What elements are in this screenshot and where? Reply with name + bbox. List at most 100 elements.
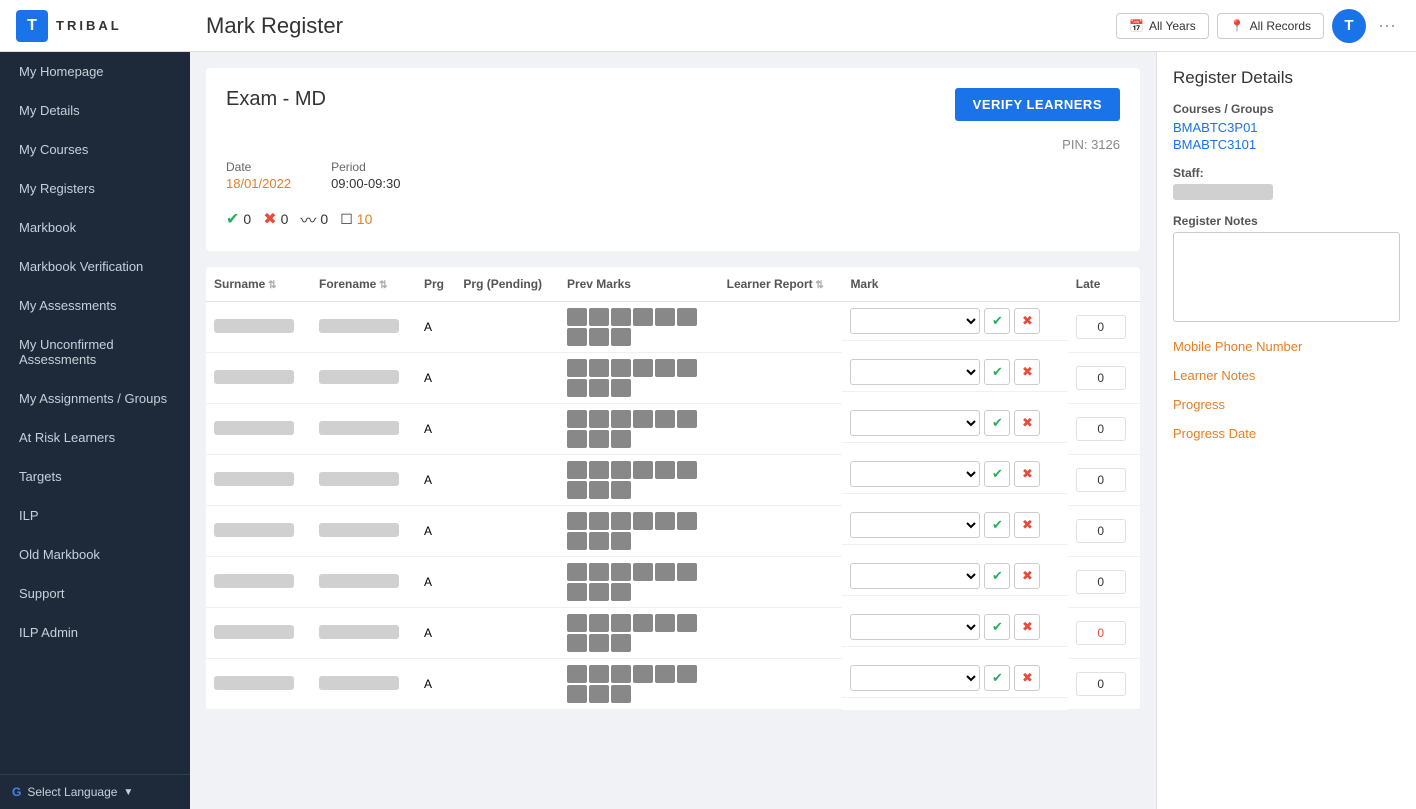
col-forename[interactable]: Forename [311, 267, 416, 302]
prev-mark-box [677, 359, 697, 377]
more-menu-button[interactable]: ··· [1374, 15, 1400, 36]
mark-select[interactable]: APLEN [850, 461, 980, 487]
mark-select[interactable]: APLEN [850, 359, 980, 385]
late-input[interactable] [1076, 519, 1126, 543]
mark-select[interactable]: APLEN [850, 614, 980, 640]
prev-mark-box [589, 685, 609, 703]
sidebar-footer[interactable]: G Select Language ▼ [0, 774, 190, 809]
course1-link[interactable]: BMABTC3P01 [1173, 120, 1400, 135]
sidebar-item-markbook-verification[interactable]: Markbook Verification [0, 247, 190, 286]
sidebar-item-assignments-groups[interactable]: My Assignments / Groups [0, 379, 190, 418]
mark-select[interactable]: APLEN [850, 308, 980, 334]
mark-select[interactable]: APLEN [850, 410, 980, 436]
mark-select[interactable]: APLEN [850, 512, 980, 538]
late-input[interactable] [1076, 315, 1126, 339]
mark-tick-button[interactable]: ✔ [984, 614, 1010, 640]
all-records-button[interactable]: 📍 All Records [1217, 13, 1324, 39]
learner-notes-link[interactable]: Learner Notes [1173, 368, 1400, 383]
late-input[interactable] [1076, 570, 1126, 594]
forename-blurred [319, 370, 399, 384]
prev-mark-box [567, 410, 587, 428]
all-years-button[interactable]: 📅 All Years [1116, 13, 1209, 39]
cell-forename [311, 557, 416, 608]
register-table: Surname Forename Prg Prg (Pending) Prev … [206, 267, 1140, 710]
mark-cross-button[interactable]: ✖ [1014, 461, 1040, 487]
progress-date-link[interactable]: Progress Date [1173, 426, 1400, 441]
prev-mark-box [655, 665, 675, 683]
verify-learners-button[interactable]: VERIFY LEARNERS [955, 88, 1120, 121]
sidebar-item-ilp-admin[interactable]: ILP Admin [0, 613, 190, 652]
mark-tick-button[interactable]: ✔ [984, 512, 1010, 538]
tick-count: 0 [243, 211, 251, 227]
forename-blurred [319, 676, 399, 690]
late-input[interactable] [1076, 672, 1126, 696]
mark-cross-button[interactable]: ✖ [1014, 665, 1040, 691]
prev-mark-box [589, 614, 609, 632]
sidebar-item-courses[interactable]: My Courses [0, 130, 190, 169]
sidebar-item-assessments[interactable]: My Assessments [0, 286, 190, 325]
col-surname[interactable]: Surname [206, 267, 311, 302]
cell-prg: A [416, 353, 455, 404]
wave-icon: 〰 [300, 207, 316, 231]
mark-tick-button[interactable]: ✔ [984, 461, 1010, 487]
exam-title: Exam - MD [226, 88, 326, 111]
cell-learner-report [719, 608, 843, 659]
mark-cross-button[interactable]: ✖ [1014, 563, 1040, 589]
cell-surname [206, 659, 311, 710]
mark-cross-button[interactable]: ✖ [1014, 512, 1040, 538]
table-row: AAPLEN✔✖ [206, 659, 1140, 710]
table-row: A APLEN✔✖ [206, 353, 1140, 404]
prev-mark-box [655, 614, 675, 632]
date-block: Date 18/01/2022 [226, 160, 291, 191]
mark-tick-button[interactable]: ✔ [984, 410, 1010, 436]
mark-cross-button[interactable]: ✖ [1014, 410, 1040, 436]
mark-cross-button[interactable]: ✖ [1014, 359, 1040, 385]
sidebar-item-homepage[interactable]: My Homepage [0, 52, 190, 91]
mark-tick-button[interactable]: ✔ [984, 359, 1010, 385]
mark-select[interactable]: APLEN [850, 665, 980, 691]
cell-late [1068, 557, 1140, 608]
sidebar-item-details[interactable]: My Details [0, 91, 190, 130]
late-input[interactable] [1076, 468, 1126, 492]
register-notes-section: Register Notes [1173, 214, 1400, 325]
mark-select[interactable]: APLEN [850, 563, 980, 589]
late-input[interactable] [1076, 366, 1126, 390]
prev-mark-box [611, 359, 631, 377]
sidebar-item-registers[interactable]: My Registers [0, 169, 190, 208]
mobile-phone-link[interactable]: Mobile Phone Number [1173, 339, 1400, 354]
cell-prg: A [416, 506, 455, 557]
pin-label: PIN: [1062, 137, 1087, 152]
sidebar-item-at-risk[interactable]: At Risk Learners [0, 418, 190, 457]
sidebar-item-targets[interactable]: Targets [0, 457, 190, 496]
late-input[interactable] [1076, 621, 1126, 645]
course2-link[interactable]: BMABTC3101 [1173, 137, 1400, 152]
cell-forename [311, 353, 416, 404]
avatar[interactable]: T [1332, 9, 1366, 43]
mark-tick-button[interactable]: ✔ [984, 665, 1010, 691]
forename-blurred [319, 523, 399, 537]
surname-blurred [214, 625, 294, 639]
sidebar-item-ilp[interactable]: ILP [0, 496, 190, 535]
prev-mark-box [655, 563, 675, 581]
sidebar-item-unconfirmed-assessments[interactable]: My Unconfirmed Assessments [0, 325, 190, 379]
sidebar-item-old-markbook[interactable]: Old Markbook [0, 535, 190, 574]
register-notes-textarea[interactable] [1173, 232, 1400, 322]
col-prg: Prg [416, 267, 455, 302]
sidebar-item-markbook[interactable]: Markbook [0, 208, 190, 247]
mark-tick-button[interactable]: ✔ [984, 308, 1010, 334]
prev-mark-box [655, 461, 675, 479]
prev-mark-box [611, 481, 631, 499]
surname-blurred [214, 523, 294, 537]
date-label: Date [226, 160, 291, 174]
sidebar-item-support[interactable]: Support [0, 574, 190, 613]
mark-cross-button[interactable]: ✖ [1014, 614, 1040, 640]
forename-blurred [319, 625, 399, 639]
surname-blurred [214, 319, 294, 333]
col-learner-report[interactable]: Learner Report [719, 267, 843, 302]
cell-mark: APLEN✔✖ [842, 455, 1067, 494]
mark-tick-button[interactable]: ✔ [984, 563, 1010, 589]
progress-link[interactable]: Progress [1173, 397, 1400, 412]
cross-stat: ✖ 0 [263, 209, 288, 229]
mark-cross-button[interactable]: ✖ [1014, 308, 1040, 334]
late-input[interactable] [1076, 417, 1126, 441]
